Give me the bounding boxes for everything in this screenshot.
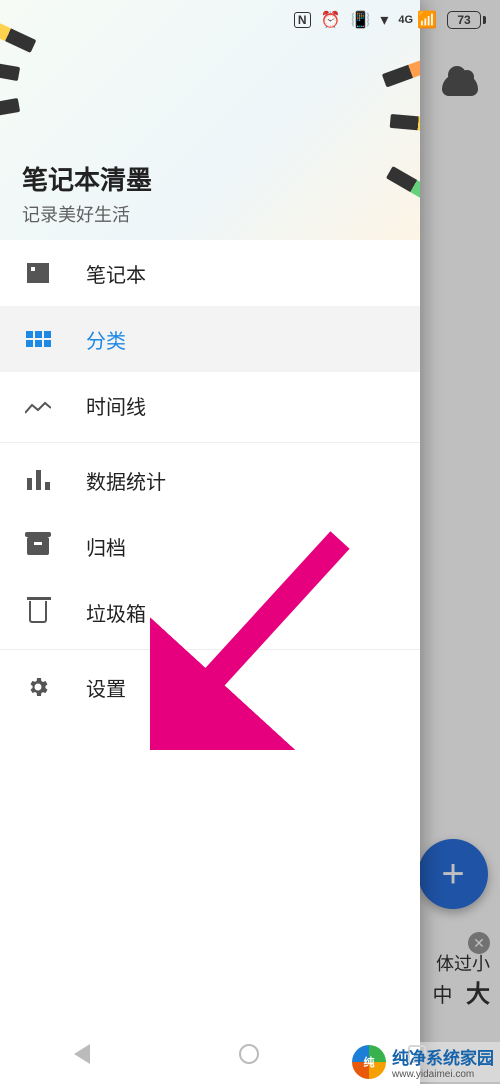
menu-item-category[interactable]: 分类 <box>0 306 420 372</box>
notebook-icon <box>24 259 52 287</box>
wifi-icon: ▾ <box>380 10 388 30</box>
archive-icon <box>24 532 52 560</box>
status-bar: N ⏰ 📳 ▾ 4G 📶 73 <box>0 0 500 40</box>
menu-label: 数据统计 <box>86 466 166 495</box>
vibrate-icon: 📳 <box>350 10 370 30</box>
network-label: 4G <box>398 14 413 26</box>
app-subtitle: 记录美好生活 <box>22 201 420 227</box>
stats-icon <box>24 466 52 494</box>
battery-level: 73 <box>447 11 481 29</box>
battery-indicator: 73 <box>447 11 486 29</box>
signal-icon: 📶 <box>417 10 437 30</box>
menu-label: 设置 <box>86 673 126 702</box>
menu-label: 归档 <box>86 532 126 561</box>
nav-back-icon[interactable] <box>74 1044 90 1064</box>
menu-label: 分类 <box>86 325 126 354</box>
settings-gear-icon <box>24 673 52 701</box>
menu-label: 笔记本 <box>86 259 146 288</box>
category-grid-icon <box>24 325 52 353</box>
menu-item-stats[interactable]: 数据统计 <box>0 447 420 513</box>
trash-icon <box>24 598 52 626</box>
watermark-logo-icon: 纯 <box>352 1045 386 1079</box>
alarm-icon: ⏰ <box>321 10 341 30</box>
menu-item-notebook[interactable]: 笔记本 <box>0 240 420 306</box>
menu-label: 垃圾箱 <box>86 598 146 627</box>
menu-item-timeline[interactable]: 时间线 <box>0 372 420 438</box>
watermark-brand: 纯净系统家园 <box>392 1044 494 1069</box>
watermark-url: www.yidaimei.com <box>392 1069 494 1080</box>
nav-home-icon[interactable] <box>239 1044 259 1064</box>
nfc-icon: N <box>294 12 311 28</box>
menu-label: 时间线 <box>86 391 146 420</box>
watermark: 纯 纯净系统家园 www.yidaimei.com <box>346 1042 500 1082</box>
divider <box>0 442 420 443</box>
app-title: 笔记本清墨 <box>22 160 420 197</box>
timeline-icon <box>24 391 52 419</box>
annotation-arrow <box>150 530 370 750</box>
scrim-overlay[interactable] <box>420 0 500 1084</box>
